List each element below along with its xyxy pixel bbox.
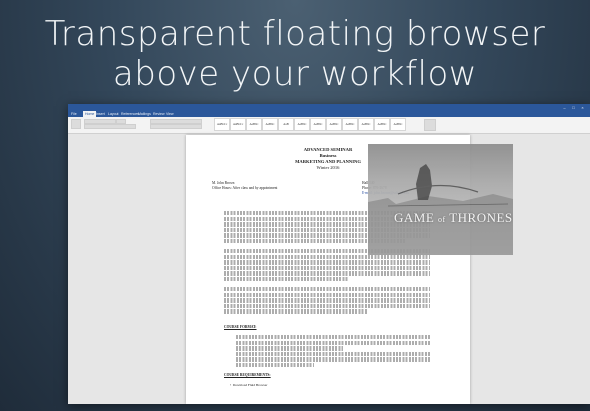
alignment-buttons[interactable] xyxy=(150,124,202,129)
style-intense-quote[interactable]: AaBbC xyxy=(390,118,406,131)
floating-browser-window[interactable]: GAME of THRONES xyxy=(368,144,513,255)
headline-line-2: above your workflow xyxy=(112,54,478,94)
style-subtle-emphasis[interactable]: AaBbC xyxy=(310,118,326,131)
bullet-download: • Download Fluid Browser xyxy=(230,383,268,387)
quick-access-toolbar[interactable] xyxy=(71,105,91,118)
section-course-format: COURSE FORMAT: xyxy=(224,325,257,329)
maximize-icon[interactable]: □ xyxy=(571,105,576,110)
close-icon[interactable]: × xyxy=(580,105,585,110)
show-title-of: of xyxy=(438,215,446,224)
style-normal[interactable]: AaBbCc xyxy=(214,118,230,131)
editing-button[interactable] xyxy=(424,119,436,131)
style-title[interactable]: AaB xyxy=(278,118,294,131)
show-title: GAME of THRONES xyxy=(394,210,512,226)
word-titlebar: – □ × xyxy=(68,104,590,118)
style-heading-2[interactable]: AaBbC xyxy=(262,118,278,131)
video-frame-image xyxy=(368,164,513,255)
style-strong[interactable]: AaBbC xyxy=(358,118,374,131)
style-quote[interactable]: AaBbC xyxy=(374,118,390,131)
style-emphasis[interactable]: AaBbC xyxy=(326,118,342,131)
ribbon: AaBbCc AaBbCc AaBbC AaBbC AaB AaBbC AaBb… xyxy=(68,117,590,134)
paste-button[interactable] xyxy=(71,119,81,129)
instructor-name: M. John Brown xyxy=(212,181,235,185)
show-title-a: GAME xyxy=(394,210,435,225)
style-heading-1[interactable]: AaBbC xyxy=(246,118,262,131)
headline-line-1: Transparent floating browser xyxy=(44,14,546,54)
style-intense-emphasis[interactable]: AaBbC xyxy=(342,118,358,131)
section-course-requirements: COURSE REQUIREMENTS: xyxy=(224,373,271,377)
paragraph-3 xyxy=(224,287,430,315)
show-title-b: THRONES xyxy=(449,210,513,225)
office-hours: Office Hours: After class and by appoint… xyxy=(212,186,278,190)
bullet-download-text: Download Fluid Browser xyxy=(232,383,268,387)
style-no-spacing[interactable]: AaBbCc xyxy=(230,118,246,131)
style-subtitle[interactable]: AaBbC xyxy=(294,118,310,131)
minimize-icon[interactable]: – xyxy=(562,105,567,110)
format-buttons[interactable] xyxy=(84,124,136,129)
bullet-list-1 xyxy=(236,335,430,368)
